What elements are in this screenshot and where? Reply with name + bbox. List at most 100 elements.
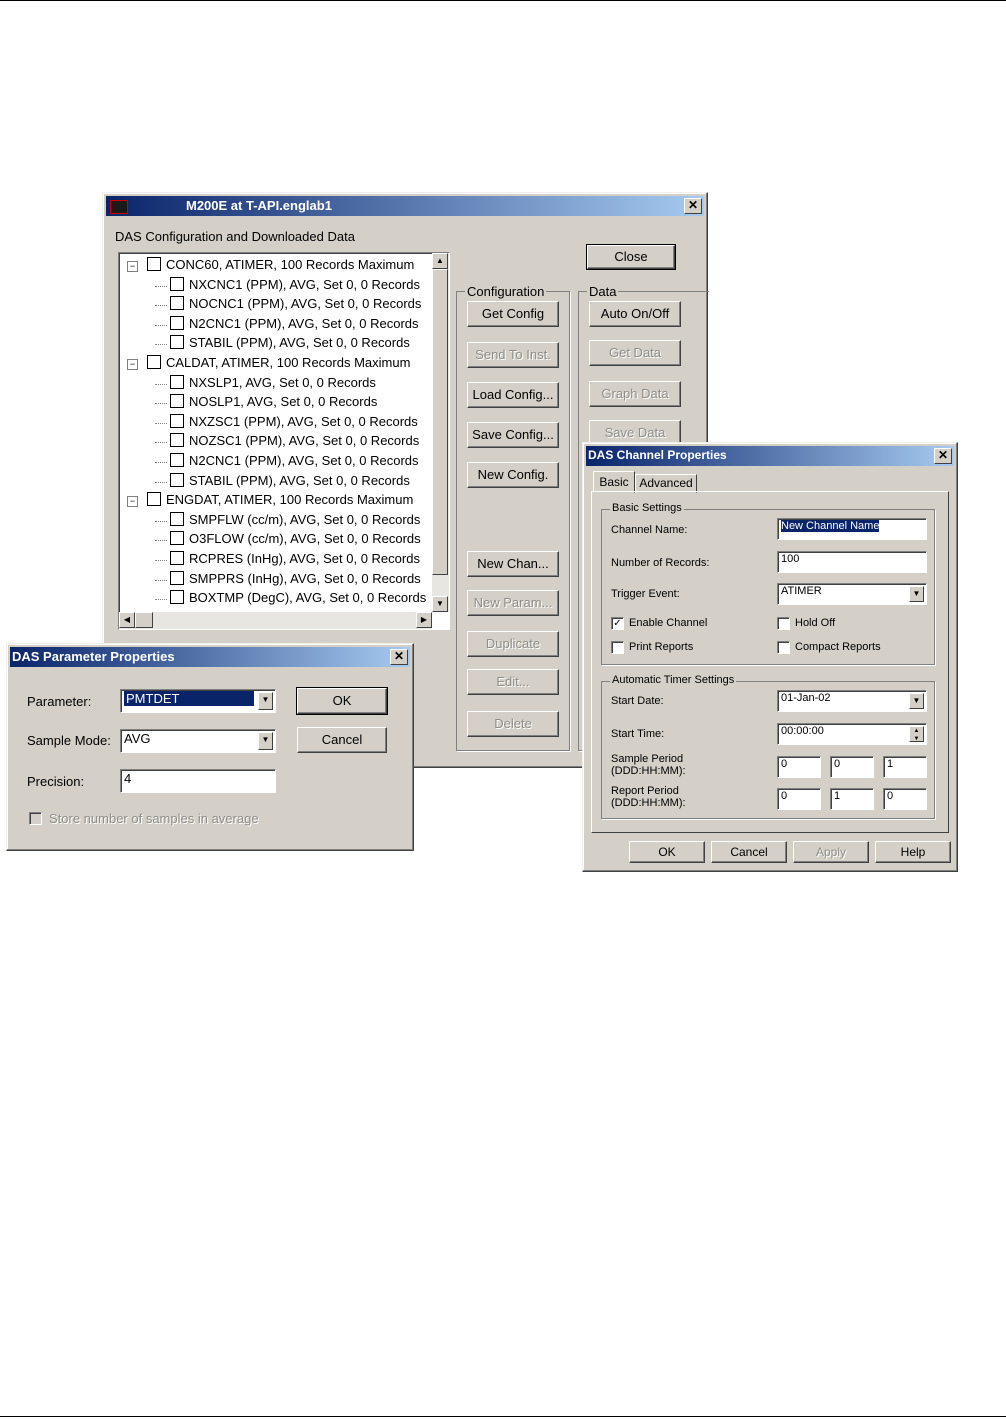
tree-parameter-node[interactable]: O3FLOW (cc/m), AVG, Set 0, 0 Records — [170, 531, 421, 550]
start-time-input[interactable]: 00:00:00 ▲ ▼ — [777, 723, 927, 745]
send-to-inst-button[interactable]: Send To Inst. — [467, 342, 559, 368]
tree-parameter-node[interactable]: NXSLP1, AVG, Set 0, 0 Records — [170, 374, 376, 394]
channel-help-button[interactable]: Help — [875, 841, 951, 863]
tree-collapse-icon[interactable]: − — [127, 496, 138, 508]
start-date-select[interactable]: 01-Jan-02 ▼ — [777, 690, 927, 712]
chevron-down-icon[interactable]: ▼ — [909, 693, 924, 709]
channel-ok-button[interactable]: OK — [629, 841, 705, 863]
tree-checkbox[interactable] — [147, 355, 161, 369]
main-titlebar[interactable]: M200E at T-API.englab1 ✕ — [106, 196, 704, 216]
auto-on-off-button[interactable]: Auto On/Off — [589, 301, 681, 327]
tree-channel-node[interactable]: ENGDAT, ATIMER, 100 Records Maximum — [147, 492, 413, 511]
tree-parameter-node[interactable]: N2CNC1 (PPM), AVG, Set 0, 0 Records — [170, 453, 419, 472]
channel-close-icon[interactable]: ✕ — [934, 448, 952, 464]
tree-parameter-node[interactable]: RCPRES (InHg), AVG, Set 0, 0 Records — [170, 551, 420, 570]
tree-parameter-node[interactable]: N2CNC1 (PPM), AVG, Set 0, 0 Records — [170, 315, 419, 335]
new-chan-button[interactable]: New Chan... — [467, 551, 559, 577]
scroll-up-icon[interactable]: ▲ — [432, 253, 448, 269]
store-samples-label: Store number of samples in average — [49, 811, 259, 826]
param-titlebar[interactable]: DAS Parameter Properties ✕ — [10, 647, 410, 667]
sample-period-days[interactable]: 0 — [777, 756, 821, 778]
load-config-button[interactable]: Load Config... — [467, 382, 559, 408]
tree-parameter-node[interactable]: NOZSC1 (PPM), AVG, Set 0, 0 Records — [170, 433, 419, 452]
num-records-input[interactable]: 100 — [777, 551, 927, 573]
tree-horizontal-scrollbar[interactable]: ◀ ▶ — [119, 612, 432, 629]
param-ok-button[interactable]: OK — [296, 687, 388, 715]
tree-checkbox[interactable] — [170, 590, 184, 605]
new-param-button[interactable]: New Param... — [467, 590, 559, 616]
edit-button[interactable]: Edit... — [467, 669, 559, 695]
tree-parameter-node[interactable]: NXCNC1 (PPM), AVG, Set 0, 0 Records — [170, 276, 420, 296]
tab-basic[interactable]: Basic — [593, 471, 635, 493]
hscroll-thumb[interactable] — [135, 612, 153, 628]
store-samples-checkbox[interactable] — [29, 812, 42, 825]
channel-name-input[interactable]: New Channel Name — [777, 518, 927, 540]
chevron-down-icon[interactable]: ▼ — [258, 732, 273, 750]
parameter-select[interactable]: PMTDET ▼ — [120, 689, 276, 713]
tree-checkbox[interactable] — [170, 551, 184, 565]
report-period-days[interactable]: 0 — [777, 788, 821, 810]
report-period-hours[interactable]: 1 — [830, 788, 874, 810]
get-data-button[interactable]: Get Data — [589, 340, 681, 366]
tree-checkbox[interactable] — [170, 413, 184, 428]
tree-checkbox[interactable] — [147, 257, 161, 271]
tree-parameter-node[interactable]: STABIL (PPM), AVG, Set 0, 0 Records — [170, 472, 410, 492]
delete-button[interactable]: Delete — [467, 711, 559, 737]
trigger-event-select[interactable]: ATIMER ▼ — [777, 583, 927, 605]
scroll-thumb[interactable] — [432, 269, 448, 575]
tree-checkbox[interactable] — [170, 394, 184, 409]
tree-checkbox[interactable] — [170, 433, 184, 448]
tree-checkbox[interactable] — [170, 511, 184, 526]
tree-parameter-node[interactable]: NXZSC1 (PPM), AVG, Set 0, 0 Records — [170, 413, 418, 433]
chevron-down-icon[interactable]: ▼ — [909, 586, 924, 602]
main-close-icon[interactable]: ✕ — [684, 198, 702, 214]
tree-parameter-node[interactable]: NOSLP1, AVG, Set 0, 0 Records — [170, 394, 377, 413]
print-reports-checkbox[interactable] — [611, 641, 624, 654]
close-button[interactable]: Close — [586, 244, 676, 270]
tree-vertical-scrollbar[interactable]: ▲ ▼ — [432, 253, 449, 612]
channel-cancel-button[interactable]: Cancel — [711, 841, 787, 863]
report-period-minutes[interactable]: 0 — [883, 788, 927, 810]
tree-collapse-icon[interactable]: − — [127, 359, 138, 370]
scroll-down-icon[interactable]: ▼ — [432, 596, 448, 612]
tree-parameter-node[interactable]: SMPFLW (cc/m), AVG, Set 0, 0 Records — [170, 511, 420, 531]
scroll-left-icon[interactable]: ◀ — [119, 612, 135, 628]
precision-input[interactable]: 4 — [120, 769, 276, 793]
das-tree-view[interactable]: CONC60, ATIMER, 100 Records Maximum − NXCN… — [118, 252, 450, 630]
tree-parameter-node[interactable]: BOXTMP (DegC), AVG, Set 0, 0 Records — [170, 590, 426, 609]
tree-checkbox[interactable] — [170, 472, 184, 487]
tree-checkbox[interactable] — [170, 570, 184, 585]
param-close-icon[interactable]: ✕ — [390, 649, 408, 665]
param-cancel-button[interactable]: Cancel — [297, 727, 387, 753]
hold-off-checkbox[interactable] — [777, 617, 790, 630]
tree-parameter-node[interactable]: NOCNC1 (PPM), AVG, Set 0, 0 Records — [170, 296, 421, 315]
save-config-button[interactable]: Save Config... — [467, 422, 559, 448]
tree-checkbox[interactable] — [170, 296, 184, 311]
chevron-down-icon[interactable]: ▼ — [258, 692, 273, 710]
sample-period-hours[interactable]: 0 — [830, 756, 874, 778]
channel-apply-button[interactable]: Apply — [793, 841, 869, 863]
tree-checkbox[interactable] — [147, 492, 161, 507]
tree-collapse-icon[interactable]: − — [127, 261, 138, 272]
tree-checkbox[interactable] — [170, 453, 184, 467]
tree-checkbox[interactable] — [170, 531, 184, 546]
scroll-right-icon[interactable]: ▶ — [416, 612, 432, 628]
tree-channel-node[interactable]: CALDAT, ATIMER, 100 Records Maximum — [147, 355, 410, 374]
sample-mode-select[interactable]: AVG ▼ — [120, 729, 276, 753]
spinner-icon[interactable]: ▲ ▼ — [909, 726, 924, 742]
sample-period-minutes[interactable]: 1 — [883, 756, 927, 778]
channel-titlebar[interactable]: DAS Channel Properties ✕ — [586, 446, 954, 466]
tree-parameter-node[interactable]: STABIL (PPM), AVG, Set 0, 0 Records — [170, 335, 410, 354]
tree-parameter-node[interactable]: SMPPRS (InHg), AVG, Set 0, 0 Records — [170, 570, 421, 590]
duplicate-button[interactable]: Duplicate — [467, 631, 559, 657]
get-config-button[interactable]: Get Config — [467, 301, 559, 327]
tree-channel-node[interactable]: CONC60, ATIMER, 100 Records Maximum — [147, 257, 414, 276]
tree-checkbox[interactable] — [170, 374, 184, 389]
new-config-button[interactable]: New Config. — [467, 462, 559, 488]
compact-reports-checkbox[interactable] — [777, 641, 790, 654]
enable-channel-checkbox[interactable]: ✓ — [611, 617, 624, 630]
tree-checkbox[interactable] — [170, 276, 184, 291]
tree-checkbox[interactable] — [170, 335, 184, 350]
graph-data-button[interactable]: Graph Data — [589, 381, 681, 407]
tree-checkbox[interactable] — [170, 315, 184, 330]
